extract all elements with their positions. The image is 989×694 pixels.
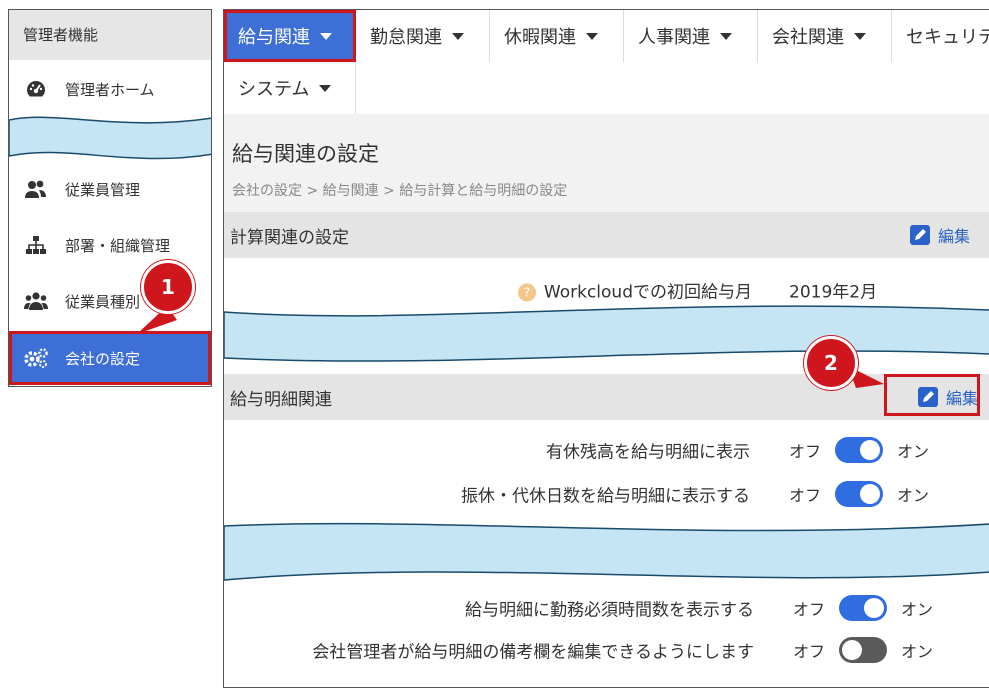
toggle-off-label: オフ (793, 600, 826, 619)
main-panel: 給与関連 勤怠関連 休暇関連 人事関連 会社関連 セキュリテ システム 給与関連… (223, 9, 989, 688)
setting-label: 給与明細に勤務必須時間数を表示する (465, 600, 754, 621)
page-title: 給与関連の設定 (232, 142, 379, 166)
toggle-off-label: オフ (789, 486, 822, 505)
dashboard-icon (23, 78, 49, 100)
tab-label: 会社関連 (772, 27, 844, 48)
section-calc-header: 計算関連の設定 編集 (224, 212, 989, 258)
toggle-switch[interactable] (839, 637, 888, 663)
callout-1: 1 (141, 260, 195, 314)
highlight-box (884, 374, 980, 416)
section-title: 計算関連の設定 (230, 227, 349, 248)
setting-label: 会社管理者が給与明細の備考欄を編集できるようにします (312, 642, 754, 663)
pencil-icon (909, 225, 930, 245)
toggle-switch[interactable] (835, 481, 884, 507)
toggle-on-label: オン (901, 642, 934, 661)
omission-wave (9, 116, 211, 160)
section-title: 給与明細関連 (230, 389, 332, 410)
omission-wave (224, 305, 989, 362)
users-icon (23, 178, 49, 200)
callout-2: 2 (804, 336, 858, 390)
setting-label: 振休・代休日数を給与明細に表示する (461, 486, 750, 507)
caret-down-icon (320, 32, 332, 40)
toggle-knob (860, 484, 881, 504)
tab-security[interactable]: セキュリテ (892, 10, 989, 62)
toggle-group: オフ オン (789, 437, 929, 463)
caret-down-icon (854, 32, 866, 40)
toggle-on-label: オン (897, 486, 930, 505)
toggle-off-label: オフ (793, 642, 826, 661)
toggle-switch[interactable] (839, 595, 888, 621)
tab-system[interactable]: システム (224, 62, 356, 114)
toggle-knob (864, 598, 885, 618)
sidebar-item-label: 従業員管理 (65, 180, 141, 199)
tab-label: システム (238, 79, 310, 100)
sidebar-item-label: 管理者ホーム (65, 80, 155, 99)
admin-sidebar: 管理者機能 管理者ホーム 従業員管理 部署・組織管理 従業員種別 会社の設定 1 (8, 9, 212, 387)
toggle-group: オフ オン (793, 595, 933, 621)
setting-row-admin-edit-remarks: 会社管理者が給与明細の備考欄を編集できるようにします オフ オン (224, 630, 989, 670)
tab-company[interactable]: 会社関連 (758, 10, 892, 62)
tab-attendance[interactable]: 勤怠関連 (356, 10, 490, 62)
sidebar-item-admin-home[interactable]: 管理者ホーム (9, 64, 211, 114)
breadcrumb: 会社の設定 > 給与関連 > 給与計算と給与明細の設定 (232, 183, 568, 199)
edit-label: 編集 (937, 227, 970, 246)
group-icon (23, 290, 49, 312)
toggle-group: オフ オン (793, 637, 933, 663)
tab-label: 休暇関連 (504, 27, 576, 48)
nav-row-2: システム (224, 62, 356, 114)
toggle-knob (842, 640, 863, 660)
sidebar-item-label: 部署・組織管理 (65, 236, 171, 255)
tab-payroll[interactable]: 給与関連 (224, 10, 356, 62)
page-header: 給与関連の設定 会社の設定 > 給与関連 > 給与計算と給与明細の設定 (224, 114, 989, 212)
caret-down-icon (720, 32, 732, 40)
sidebar-header: 管理者機能 (9, 10, 211, 60)
toggle-on-label: オン (901, 600, 934, 619)
caret-down-icon (452, 32, 464, 40)
toggle-off-label: オフ (789, 442, 822, 461)
omission-wave (224, 522, 989, 581)
toggle-switch[interactable] (835, 437, 884, 463)
gears-icon (23, 347, 49, 369)
sidebar-item-label: 会社の設定 (65, 349, 141, 368)
org-chart-icon (23, 234, 49, 256)
help-icon[interactable]: ? (517, 283, 536, 302)
setting-row-paid-leave-balance: 有休残高を給与明細に表示 オフ オン (224, 430, 989, 470)
calc-edit-button[interactable]: 編集 (909, 223, 970, 247)
setting-value: 2019年2月 (789, 282, 878, 303)
sidebar-item-employee-management[interactable]: 従業員管理 (9, 164, 211, 214)
setting-label-wrap: ? Workcloudでの初回給与月 (517, 278, 752, 303)
caret-down-icon (586, 32, 598, 40)
tab-hr[interactable]: 人事関連 (624, 10, 758, 62)
toggle-group: オフ オン (789, 481, 929, 507)
setting-row-substitute-holidays: 振休・代休日数を給与明細に表示する オフ オン (224, 474, 989, 514)
tab-label: 給与関連 (238, 27, 310, 48)
tab-label: セキュリテ (906, 27, 989, 48)
tab-label: 人事関連 (638, 27, 710, 48)
sidebar-item-label: 従業員種別 (65, 292, 141, 311)
tab-leave[interactable]: 休暇関連 (490, 10, 624, 62)
sidebar-item-company-settings[interactable]: 会社の設定 (9, 331, 211, 385)
nav-row-1: 給与関連 勤怠関連 休暇関連 人事関連 会社関連 セキュリテ (224, 10, 989, 62)
setting-label: 有休残高を給与明細に表示 (546, 442, 750, 463)
tab-label: 勤怠関連 (370, 27, 442, 48)
caret-down-icon (319, 84, 332, 92)
toggle-on-label: オン (897, 442, 930, 461)
setting-row-required-work-hours: 給与明細に勤務必須時間数を表示する オフ オン (224, 588, 989, 628)
toggle-knob (860, 440, 881, 460)
